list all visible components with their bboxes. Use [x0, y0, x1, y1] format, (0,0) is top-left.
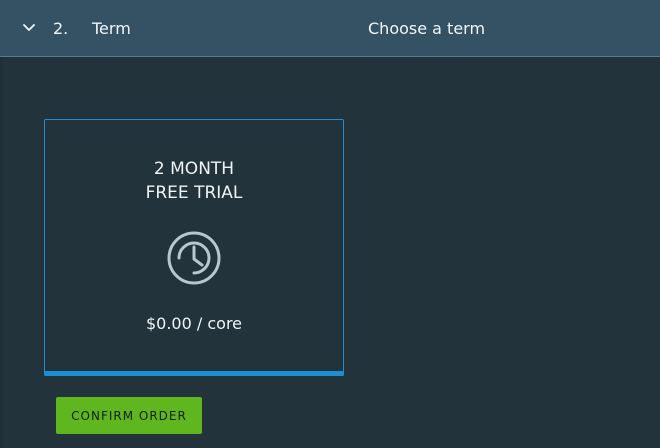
step-title: Term [92, 19, 131, 38]
step-summary: Choose a term [368, 19, 486, 38]
term-card-price: $0.00 / core [145, 314, 243, 333]
selected-indicator-bar [44, 371, 344, 376]
clock-icon [167, 231, 221, 285]
confirm-order-button[interactable]: CONFIRM ORDER [56, 397, 202, 434]
left-edge-shadow [0, 56, 3, 448]
step-number: 2. [53, 19, 69, 38]
step-header[interactable]: 2. Term Choose a term [0, 0, 660, 57]
term-card-title-line2: FREE TRIAL [145, 183, 243, 203]
term-card-title: 2 MONTH FREE TRIAL [45, 157, 343, 205]
chevron-down-icon[interactable] [21, 20, 37, 36]
term-card-free-trial[interactable]: 2 MONTH FREE TRIAL $0.00 / core [44, 119, 344, 376]
term-card-title-line1: 2 MONTH [153, 159, 235, 179]
